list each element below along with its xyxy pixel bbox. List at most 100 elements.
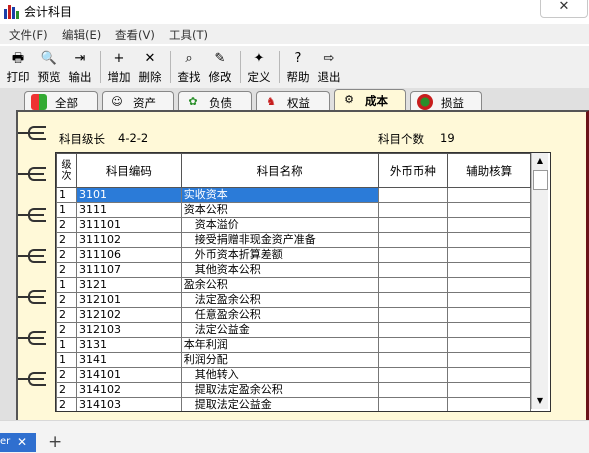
code-cell[interactable]: 3141 — [75, 352, 182, 368]
column-header-auxiliary[interactable]: 辅助核算 — [447, 153, 532, 188]
auxiliary-cell[interactable] — [447, 382, 532, 398]
auxiliary-cell[interactable] — [447, 292, 532, 308]
level-cell[interactable]: 2 — [56, 322, 77, 338]
level-cell[interactable]: 2 — [56, 367, 77, 383]
print-button[interactable]: 🖶 打印 — [4, 48, 32, 86]
currency-cell[interactable] — [377, 217, 449, 233]
tab-cost[interactable]: ⚙ 成本 — [334, 89, 406, 112]
auxiliary-cell[interactable] — [447, 232, 532, 248]
export-button[interactable]: ⇥ 输出 — [66, 48, 94, 86]
code-cell[interactable]: 311101 — [75, 217, 182, 233]
scroll-up-icon[interactable]: ▲ — [532, 153, 548, 169]
name-cell[interactable]: 提取法定盈余公积 — [180, 382, 379, 398]
name-cell[interactable]: 其他资本公积 — [180, 262, 379, 278]
column-header-name[interactable]: 科目名称 — [180, 153, 379, 188]
menu-view[interactable]: 查看(V) — [115, 27, 155, 43]
level-cell[interactable]: 2 — [56, 217, 77, 233]
column-header-code[interactable]: 科目编码 — [75, 153, 182, 188]
name-cell[interactable]: 提取法定公益金 — [180, 397, 379, 411]
auxiliary-cell[interactable] — [447, 262, 532, 278]
currency-cell[interactable] — [377, 247, 449, 263]
code-cell[interactable]: 311107 — [75, 262, 182, 278]
currency-cell[interactable] — [377, 352, 449, 368]
currency-cell[interactable] — [377, 382, 449, 398]
level-cell[interactable]: 2 — [56, 292, 77, 308]
help-button[interactable]: ? 帮助 — [284, 48, 312, 86]
window-tab[interactable]: er ✕ — [0, 433, 36, 452]
currency-cell[interactable] — [377, 292, 449, 308]
level-cell[interactable]: 2 — [56, 232, 77, 248]
find-button[interactable]: ⌕ 查找 — [175, 48, 203, 86]
tab-liability[interactable]: ✿ 负债 — [178, 91, 252, 112]
code-cell[interactable]: 312103 — [75, 322, 182, 338]
auxiliary-cell[interactable] — [447, 217, 532, 233]
menu-file[interactable]: 文件(F) — [9, 27, 48, 43]
currency-cell[interactable] — [377, 397, 449, 411]
close-tab-icon[interactable]: ✕ — [17, 435, 27, 449]
currency-cell[interactable] — [377, 232, 449, 248]
column-header-level[interactable]: 级次 — [56, 153, 77, 188]
auxiliary-cell[interactable] — [447, 202, 532, 218]
currency-cell[interactable] — [377, 202, 449, 218]
currency-cell[interactable] — [377, 187, 449, 203]
auxiliary-cell[interactable] — [447, 322, 532, 338]
code-cell[interactable]: 311106 — [75, 247, 182, 263]
level-cell[interactable]: 2 — [56, 397, 77, 411]
level-cell[interactable]: 2 — [56, 307, 77, 323]
name-cell[interactable]: 资本公积 — [180, 202, 379, 218]
add-button[interactable]: + 增加 — [105, 48, 133, 86]
auxiliary-cell[interactable] — [447, 337, 532, 353]
auxiliary-cell[interactable] — [447, 307, 532, 323]
currency-cell[interactable] — [377, 307, 449, 323]
edit-button[interactable]: ✎ 修改 — [206, 48, 234, 86]
level-cell[interactable]: 1 — [56, 187, 77, 203]
close-button[interactable]: ✕ — [540, 0, 588, 18]
table-row[interactable]: 1 3131 本年利润 — [56, 337, 550, 353]
auxiliary-cell[interactable] — [447, 352, 532, 368]
level-cell[interactable]: 1 — [56, 352, 77, 368]
name-cell[interactable]: 法定盈余公积 — [180, 292, 379, 308]
code-cell[interactable]: 314103 — [75, 397, 182, 411]
define-button[interactable]: ✦ 定义 — [245, 48, 273, 86]
table-row[interactable]: 1 3141 利润分配 — [56, 352, 550, 368]
currency-cell[interactable] — [377, 367, 449, 383]
tab-all[interactable]: 全部 — [24, 91, 98, 112]
menu-tools[interactable]: 工具(T) — [169, 27, 208, 43]
tab-profit-loss[interactable]: 损益 — [410, 91, 482, 112]
code-cell[interactable]: 3131 — [75, 337, 182, 353]
level-cell[interactable]: 2 — [56, 382, 77, 398]
table-row[interactable]: 2 311102 接受捐赠非现金资产准备 — [56, 232, 550, 248]
delete-button[interactable]: ✕ 删除 — [136, 48, 164, 86]
level-cell[interactable]: 1 — [56, 337, 77, 353]
table-row[interactable]: 2 311106 外币资本折算差额 — [56, 247, 550, 263]
menu-edit[interactable]: 编辑(E) — [62, 27, 101, 43]
code-cell[interactable]: 314101 — [75, 367, 182, 383]
level-cell[interactable]: 2 — [56, 262, 77, 278]
table-row[interactable]: 2 314102 提取法定盈余公积 — [56, 382, 550, 398]
preview-button[interactable]: 🔍 预览 — [35, 48, 63, 86]
table-row[interactable]: 2 312103 法定公益金 — [56, 322, 550, 338]
auxiliary-cell[interactable] — [447, 277, 532, 293]
table-row[interactable]: 2 312101 法定盈余公积 — [56, 292, 550, 308]
code-cell[interactable]: 314102 — [75, 382, 182, 398]
level-cell[interactable]: 1 — [56, 277, 77, 293]
auxiliary-cell[interactable] — [447, 187, 532, 203]
table-row[interactable]: 2 314103 提取法定公益金 — [56, 397, 550, 411]
currency-cell[interactable] — [377, 277, 449, 293]
name-cell[interactable]: 本年利润 — [180, 337, 379, 353]
table-row[interactable]: 2 311107 其他资本公积 — [56, 262, 550, 278]
auxiliary-cell[interactable] — [447, 397, 532, 411]
tab-equity[interactable]: ♞ 权益 — [256, 91, 330, 112]
table-row[interactable]: 1 3121 盈余公积 — [56, 277, 550, 293]
name-cell[interactable]: 法定公益金 — [180, 322, 379, 338]
currency-cell[interactable] — [377, 322, 449, 338]
tab-asset[interactable]: ☺ 资产 — [102, 91, 174, 112]
currency-cell[interactable] — [377, 337, 449, 353]
code-cell[interactable]: 3101 — [75, 187, 182, 203]
vertical-scrollbar[interactable]: ▲ ▼ — [531, 153, 548, 409]
auxiliary-cell[interactable] — [447, 367, 532, 383]
code-cell[interactable]: 312102 — [75, 307, 182, 323]
level-cell[interactable]: 2 — [56, 247, 77, 263]
name-cell[interactable]: 资本溢价 — [180, 217, 379, 233]
table-row[interactable]: 2 312102 任意盈余公积 — [56, 307, 550, 323]
